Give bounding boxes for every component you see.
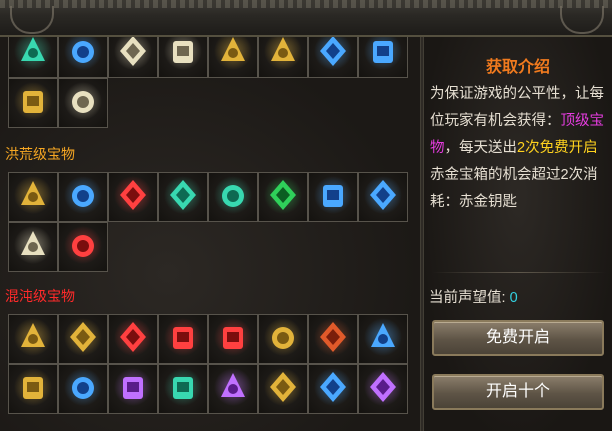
purple-claw-icon xyxy=(263,175,303,220)
section-title-hundun: 混沌级宝物 xyxy=(5,288,75,304)
flaming-staff-icon xyxy=(363,367,403,412)
item-slot[interactable] xyxy=(58,364,108,414)
golden-temple-icon xyxy=(13,225,53,270)
info-title: 获取介绍 xyxy=(485,59,550,76)
green-vial-icon xyxy=(63,367,103,412)
item-slot[interactable] xyxy=(358,172,408,222)
purple-wings-icon xyxy=(263,367,303,412)
item-slot[interactable] xyxy=(208,37,258,78)
item-slot[interactable] xyxy=(308,172,358,222)
golden-claw-icon xyxy=(163,317,203,362)
item-slot[interactable] xyxy=(358,314,408,364)
reputation-value: 0 xyxy=(509,290,518,306)
item-slot[interactable] xyxy=(308,364,358,414)
info-description: 为保证游戏的公平性，让每位玩家有机会获得：顶级宝物，每天送出2次免费开启赤金宝箱… xyxy=(430,81,610,216)
red-fire-orb-icon xyxy=(163,175,203,220)
item-slot[interactable] xyxy=(258,172,308,222)
golden-egg-icon xyxy=(63,175,103,220)
item-slot[interactable] xyxy=(108,314,158,364)
item-slot[interactable] xyxy=(208,364,258,414)
blood-eye-icon xyxy=(13,367,53,412)
item-slot[interactable] xyxy=(8,314,58,364)
red-orb-ring-icon xyxy=(263,37,303,76)
winged-helmet-icon xyxy=(213,37,253,76)
treasure-grid-top xyxy=(8,37,408,128)
treasure-grid-hundun xyxy=(8,314,408,414)
green-pagoda-icon xyxy=(313,317,353,362)
crystal-mace-icon xyxy=(113,317,153,362)
scroll-ornament-icon xyxy=(10,6,54,34)
golden-crest-icon xyxy=(63,81,103,126)
item-slot[interactable] xyxy=(158,314,208,364)
item-slot[interactable] xyxy=(8,222,58,272)
green-flame-gem-icon xyxy=(13,37,53,76)
treasure-list-panel[interactable]: 洪荒级宝物 混沌级宝物 xyxy=(0,37,420,431)
gold-armor-icon xyxy=(163,37,203,76)
free-open-button[interactable]: 免费开启 xyxy=(432,320,604,356)
golden-dragon-icon xyxy=(313,367,353,412)
separator xyxy=(432,272,606,273)
item-slot[interactable] xyxy=(108,37,158,78)
item-slot[interactable] xyxy=(258,364,308,414)
item-slot[interactable] xyxy=(108,364,158,414)
item-slot[interactable] xyxy=(358,37,408,78)
tiger-mask-icon xyxy=(113,367,153,412)
info-panel: 获取介绍 为保证游戏的公平性，让每位玩家有机会获得：顶级宝物，每天送出2次免费开… xyxy=(424,37,612,431)
item-slot[interactable] xyxy=(58,37,108,78)
item-slot[interactable] xyxy=(58,172,108,222)
desc-highlight-free-open: 2次免费开启 xyxy=(517,140,598,156)
scroll-ornament-icon xyxy=(560,6,604,34)
item-slot[interactable] xyxy=(308,314,358,364)
item-slot[interactable] xyxy=(58,78,108,128)
jade-tower-icon xyxy=(213,317,253,362)
skull-mirror-icon xyxy=(263,317,303,362)
golden-shrine-icon xyxy=(63,225,103,270)
item-slot[interactable] xyxy=(8,37,58,78)
open-ten-button[interactable]: 开启十个 xyxy=(432,374,604,410)
fire-serpent-icon xyxy=(363,175,403,220)
item-slot[interactable] xyxy=(58,314,108,364)
item-slot[interactable] xyxy=(358,364,408,414)
desc-text: 赤金宝箱的机会超过2次消耗：赤金钥匙 xyxy=(430,167,598,210)
desc-text: ，每天送出 xyxy=(444,140,518,156)
winged-sword-icon xyxy=(113,175,153,220)
gold-pendant-icon xyxy=(363,37,403,76)
reputation-label: 当前声望值: xyxy=(429,290,506,306)
item-slot[interactable] xyxy=(8,172,58,222)
item-slot[interactable] xyxy=(158,172,208,222)
dark-throne-icon xyxy=(213,175,253,220)
item-slot[interactable] xyxy=(208,172,258,222)
item-slot[interactable] xyxy=(208,314,258,364)
spear-icon xyxy=(313,37,353,76)
top-ornament-bar xyxy=(0,0,612,37)
reputation-display: 当前声望值: 0 xyxy=(429,286,518,307)
item-slot[interactable] xyxy=(158,364,208,414)
treasure-grid-honghuang xyxy=(8,172,408,272)
blue-dragon-flame-icon xyxy=(13,81,53,126)
demon-warrior-icon xyxy=(313,175,353,220)
crown-jar-icon xyxy=(13,317,53,362)
item-slot[interactable] xyxy=(308,37,358,78)
item-slot[interactable] xyxy=(58,222,108,272)
item-slot[interactable] xyxy=(108,172,158,222)
dark-bow-icon xyxy=(63,317,103,362)
gold-pouch-icon xyxy=(63,37,103,76)
item-slot[interactable] xyxy=(258,37,308,78)
horned-skull-icon xyxy=(363,317,403,362)
stone-tablet-icon xyxy=(163,367,203,412)
gold-treasure-chest-icon xyxy=(113,37,153,76)
section-title-honghuang: 洪荒级宝物 xyxy=(5,146,75,162)
item-slot[interactable] xyxy=(8,78,58,128)
item-slot[interactable] xyxy=(158,37,208,78)
green-beast-mask-icon xyxy=(213,367,253,412)
item-slot[interactable] xyxy=(8,364,58,414)
item-slot[interactable] xyxy=(258,314,308,364)
green-dragon-ball-icon xyxy=(13,175,53,220)
